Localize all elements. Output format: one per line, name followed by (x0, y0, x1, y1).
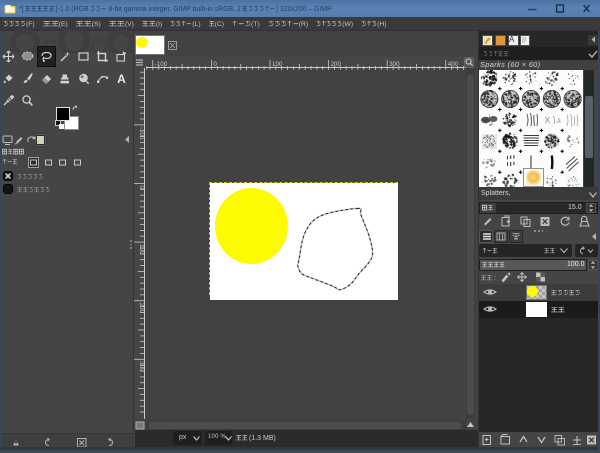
svg-text:0: 0 (138, 186, 145, 190)
svg-text:300: 300 (389, 61, 400, 68)
svg-text:400: 400 (448, 61, 459, 68)
svg-text:-100: -100 (155, 61, 168, 68)
svg-text:-100: -100 (138, 127, 145, 140)
svg-text:100: 100 (272, 61, 283, 68)
svg-text:A: A (117, 72, 126, 85)
svg-text:200: 200 (331, 61, 342, 68)
svg-text:100: 100 (138, 244, 145, 255)
svg-text:200: 200 (138, 303, 145, 314)
svg-text:0: 0 (213, 61, 217, 68)
svg-text:300: 300 (138, 361, 145, 372)
